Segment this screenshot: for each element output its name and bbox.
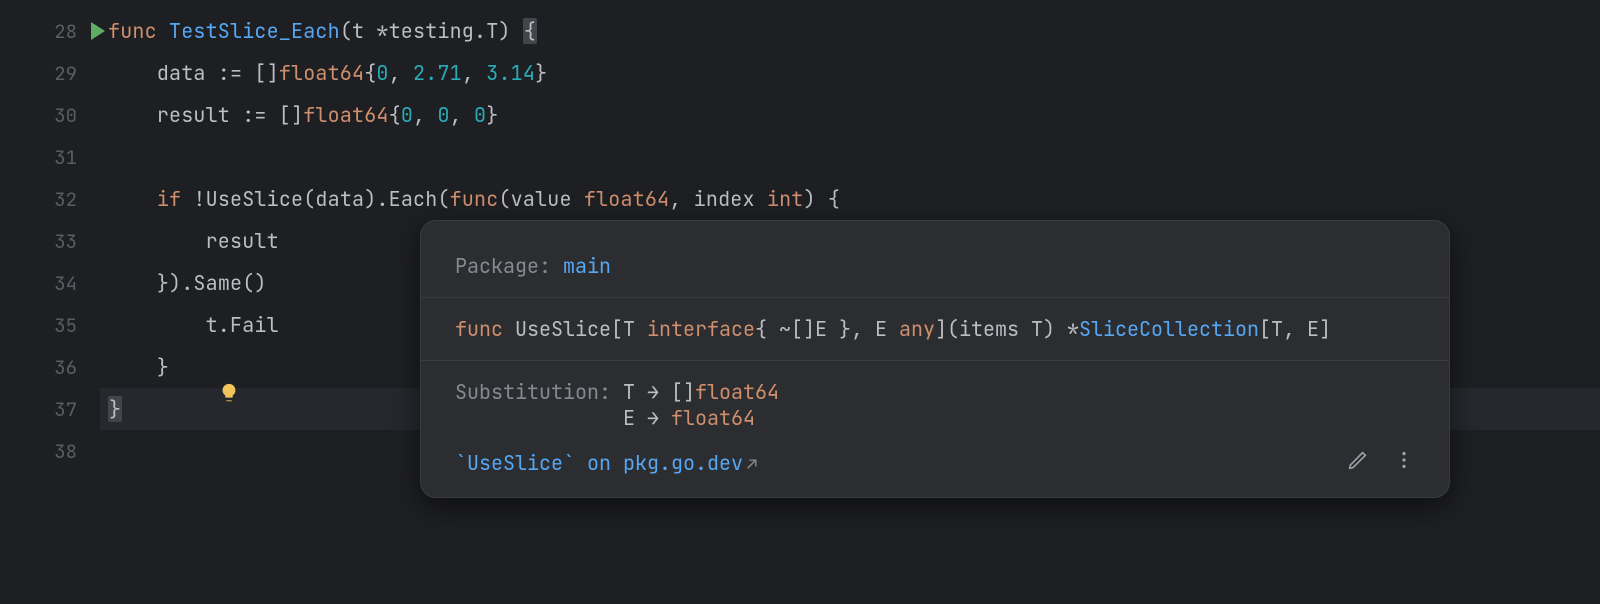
- gutter-line-36[interactable]: 36: [0, 346, 99, 388]
- code-area[interactable]: func TestSlice_Each(t *testing.T) { data…: [100, 0, 1600, 604]
- code-line[interactable]: [100, 136, 1600, 178]
- token-type: int: [767, 186, 804, 212]
- doc-external-link[interactable]: `UseSlice` on pkg.go.dev: [455, 450, 743, 476]
- token-func-name: TestSlice_Each: [169, 18, 340, 44]
- line-number: 32: [54, 187, 77, 212]
- token-keyword: func: [450, 186, 499, 212]
- token-type: float64: [279, 60, 364, 86]
- more-icon[interactable]: [1393, 449, 1415, 477]
- gutter-line-28[interactable]: 28: [0, 10, 99, 52]
- token: data := []: [157, 60, 279, 86]
- token-number: 2.71: [413, 60, 462, 86]
- documentation-popup[interactable]: Package: main func UseSlice[T interface{…: [420, 220, 1450, 498]
- gutter-line-37[interactable]: 37: [0, 388, 99, 430]
- intention-bulb-icon[interactable]: [120, 356, 142, 378]
- token: (t *testing.T): [340, 18, 523, 44]
- token-func-call: Fail: [230, 312, 279, 338]
- external-link-icon: ↗: [747, 454, 757, 476]
- gutter-line-31[interactable]: 31: [0, 136, 99, 178]
- line-number: 29: [54, 61, 77, 86]
- line-number: 33: [54, 229, 77, 254]
- token-number: 3.14: [486, 60, 535, 86]
- token-number: 0: [376, 60, 388, 86]
- token-number: 0: [437, 102, 449, 128]
- brace-highlight: {: [523, 18, 537, 44]
- token-type: float64: [584, 186, 669, 212]
- line-number: 34: [54, 271, 77, 296]
- line-number: 35: [54, 313, 77, 338]
- token-number: 0: [401, 102, 413, 128]
- token-func-call: UseSlice: [206, 186, 304, 212]
- code-line[interactable]: data := []float64{0, 2.71, 3.14}: [100, 52, 1600, 94]
- token-keyword: if: [157, 186, 194, 212]
- token-func-call: Same: [193, 270, 242, 296]
- gutter-line-35[interactable]: 35: [0, 304, 99, 346]
- line-number: 36: [54, 355, 77, 380]
- token-func-call: Each: [389, 186, 438, 212]
- token: result: [206, 228, 279, 254]
- package-name[interactable]: main: [563, 253, 611, 279]
- gutter-line-38[interactable]: 38: [0, 430, 99, 472]
- token-type: float64: [303, 102, 388, 128]
- gutter-line-29[interactable]: 29: [0, 52, 99, 94]
- gutter-line-30[interactable]: 30: [0, 94, 99, 136]
- line-number: 38: [54, 439, 77, 464]
- signature: func UseSlice[T interface{ ~[]E }, E any…: [455, 308, 1415, 350]
- token: result := []: [157, 102, 303, 128]
- line-number: 28: [54, 19, 77, 44]
- line-number: 30: [54, 103, 77, 128]
- code-editor: 28 29 30 31 32 33 34 35 36 37 38 func Te…: [0, 0, 1600, 604]
- line-number: 31: [54, 145, 77, 170]
- token-keyword: func: [108, 18, 169, 44]
- code-line[interactable]: if !UseSlice(data).Each(func(value float…: [100, 178, 1600, 220]
- gutter-line-34[interactable]: 34: [0, 262, 99, 304]
- edit-icon[interactable]: [1347, 449, 1369, 477]
- gutter: 28 29 30 31 32 33 34 35 36 37 38: [0, 0, 100, 604]
- line-number: 37: [54, 397, 77, 422]
- package-label: Package:: [455, 253, 563, 279]
- substitution-block: Substitution: T → []float64 E → float64: [455, 371, 1415, 439]
- token-number: 0: [474, 102, 486, 128]
- code-line[interactable]: result := []float64{0, 0, 0}: [100, 94, 1600, 136]
- code-line[interactable]: func TestSlice_Each(t *testing.T) {: [100, 10, 1600, 52]
- gutter-line-33[interactable]: 33: [0, 220, 99, 262]
- gutter-line-32[interactable]: 32: [0, 178, 99, 220]
